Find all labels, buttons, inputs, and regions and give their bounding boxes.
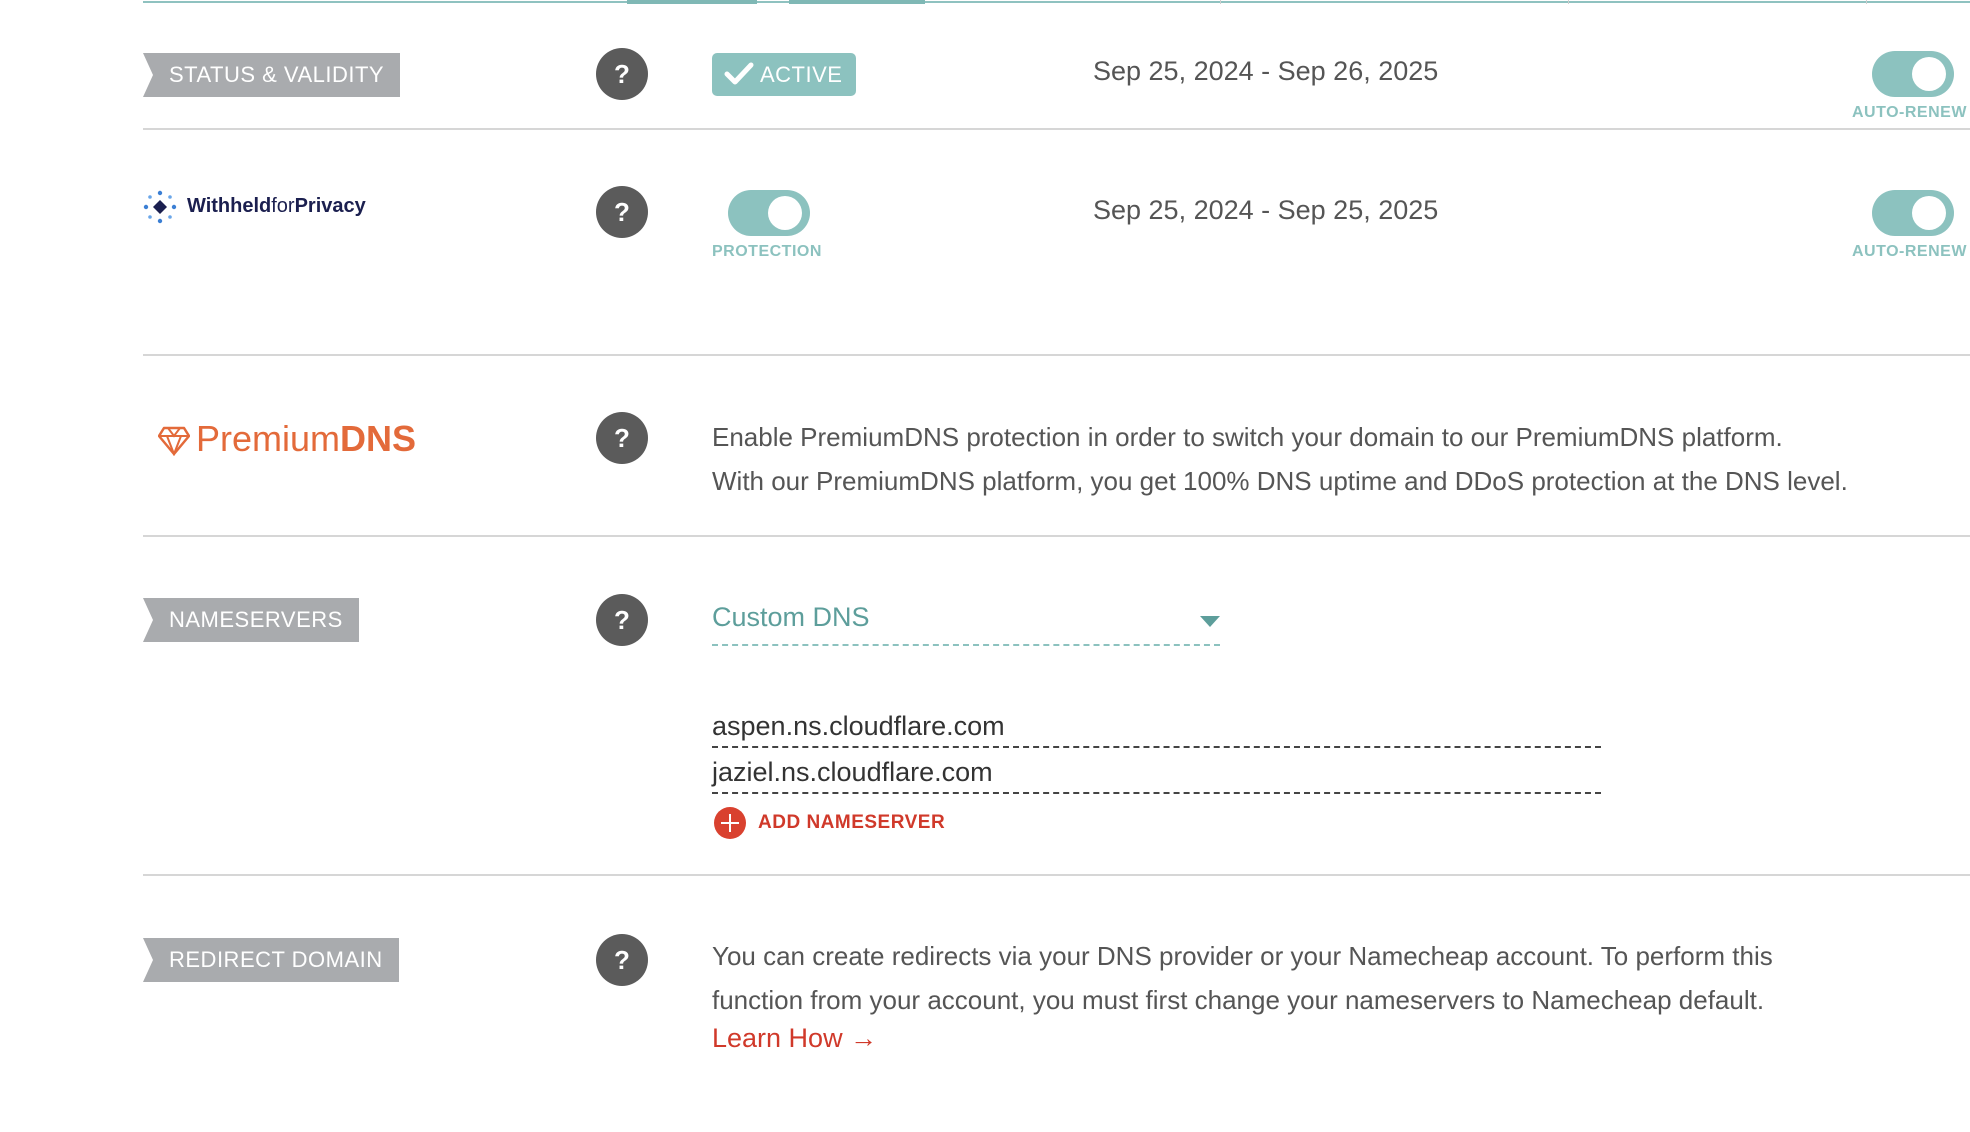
section-divider	[143, 128, 1970, 130]
redirect-line-1: You can create redirects via your DNS pr…	[712, 941, 1773, 971]
toggle-knob	[768, 196, 802, 230]
privacy-auto-renew-toggle[interactable]	[1872, 190, 1954, 236]
validity-dates: Sep 25, 2024 - Sep 26, 2025	[1093, 56, 1439, 86]
question-icon[interactable]: ?	[596, 934, 648, 986]
premium-dns-line-1: Enable PremiumDNS protection in order to…	[712, 422, 1783, 452]
question-icon[interactable]: ?	[596, 186, 648, 238]
logo-word-withheld: Withheld	[187, 195, 272, 217]
protection-label: PROTECTION	[712, 243, 822, 260]
auto-renew-label: AUTO-RENEW	[1852, 104, 1967, 121]
chevron-down-icon	[1200, 616, 1220, 627]
toggle-knob	[1912, 57, 1946, 91]
premium-dns-description: Enable PremiumDNS protection in order to…	[712, 415, 1848, 503]
question-icon[interactable]: ?	[596, 48, 648, 100]
logo-word-dns: DNS	[340, 418, 417, 459]
redirect-line-2: function from your account, you must fir…	[712, 985, 1765, 1015]
tab-separator	[1220, 0, 1221, 4]
gem-icon	[158, 426, 190, 456]
redirect-description: You can create redirects via your DNS pr…	[712, 934, 1773, 1022]
toggle-knob	[1912, 196, 1946, 230]
premium-dns-wordmark: PremiumDNS	[196, 418, 416, 460]
status-badge-label: ACTIVE	[760, 62, 843, 87]
withheld-for-privacy-wordmark: WithheldforPrivacy	[187, 195, 366, 218]
question-icon[interactable]: ?	[596, 594, 648, 646]
tab-active-indicator[interactable]	[627, 0, 757, 4]
dns-type-select[interactable]: Custom DNS	[712, 598, 1220, 646]
premium-dns-line-2: With our PremiumDNS platform, you get 10…	[712, 466, 1848, 496]
tab-indicator[interactable]	[789, 0, 925, 4]
logo-word-premium: Premium	[196, 418, 341, 459]
tab-underline	[143, 1, 1970, 3]
status-validity-label: STATUS & VALIDITY	[143, 53, 401, 97]
privacy-dates: Sep 25, 2024 - Sep 25, 2025	[1093, 195, 1439, 225]
status-badge: ACTIVE	[712, 53, 856, 96]
top-tab-strip	[143, 0, 1970, 4]
logo-word-for: for	[271, 195, 295, 217]
question-icon[interactable]: ?	[596, 412, 648, 464]
tab-separator	[1568, 0, 1569, 4]
tab-separator	[1866, 0, 1867, 4]
nameserver-field-2[interactable]: jaziel.ns.cloudflare.com	[712, 752, 1601, 794]
learn-how-link[interactable]: Learn How →	[712, 1023, 877, 1054]
check-icon	[724, 62, 754, 85]
section-divider	[143, 354, 1970, 356]
protection-toggle[interactable]	[728, 190, 810, 236]
nameservers-label: NAMESERVERS	[143, 598, 359, 642]
dns-type-value: Custom DNS	[712, 602, 870, 632]
privacy-auto-renew-label: AUTO-RENEW	[1852, 243, 1967, 260]
auto-renew-toggle[interactable]	[1872, 51, 1954, 97]
logo-word-privacy: Privacy	[294, 195, 366, 217]
domain-settings-page: STATUS & VALIDITY ? ACTIVE Sep 25, 2024 …	[0, 0, 1970, 1132]
diamond-dots-icon	[143, 190, 177, 224]
plus-icon	[714, 807, 746, 839]
redirect-domain-label: REDIRECT DOMAIN	[143, 938, 399, 982]
section-divider	[143, 874, 1970, 876]
add-nameserver-label: ADD NAMESERVER	[758, 812, 946, 833]
section-divider	[143, 535, 1970, 537]
nameserver-field-1[interactable]: aspen.ns.cloudflare.com	[712, 706, 1601, 748]
